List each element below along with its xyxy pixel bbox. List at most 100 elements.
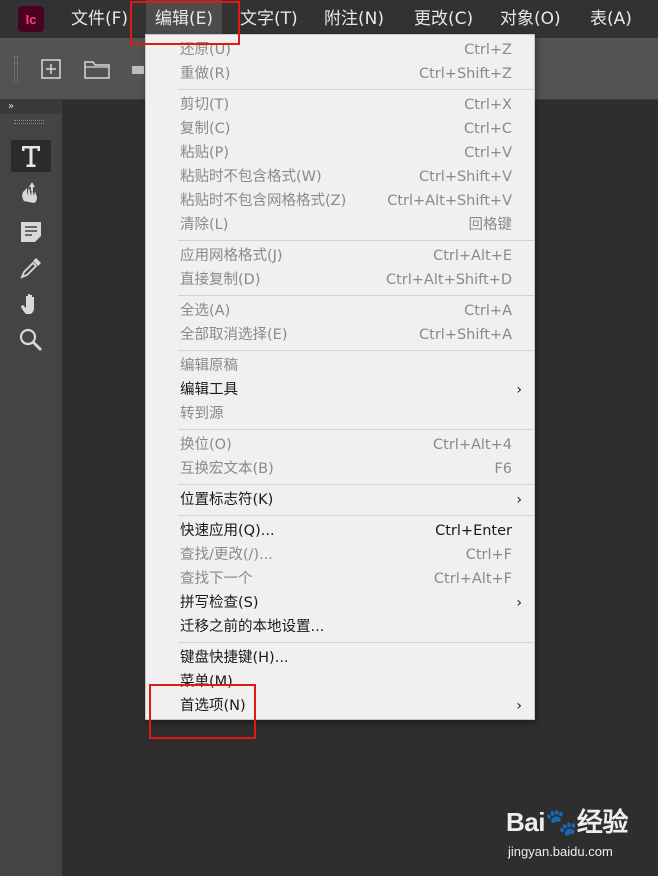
menu-item-label: 查找下一个 <box>180 571 253 587</box>
menu-item-shortcut: Ctrl+Alt+Shift+V <box>387 193 512 209</box>
menu-item[interactable]: 粘贴时不包含格式(W) Ctrl+Shift+V <box>146 165 534 189</box>
menu-item-shortcut: F6 <box>494 461 512 477</box>
menu-item[interactable]: 键盘快捷键(H)... <box>146 646 534 670</box>
menu-item[interactable]: 粘贴时不包含网格格式(Z) Ctrl+Alt+Shift+V <box>146 189 534 213</box>
submenu-chevron-icon: › <box>516 492 522 508</box>
menu-item-label: 互换宏文本(B) <box>180 461 274 477</box>
menu-item-label: 键盘快捷键(H)... <box>180 650 289 666</box>
menu-item-label: 快速应用(Q)... <box>180 523 275 539</box>
menu-item[interactable]: 迁移之前的本地设置... <box>146 615 534 639</box>
menu-separator <box>178 350 534 351</box>
toolbar-grip[interactable] <box>14 56 18 82</box>
menu-notes[interactable]: 附注(N) <box>324 0 384 38</box>
edit-menu-highlight-box <box>130 1 240 45</box>
menu-item-shortcut: Ctrl+Shift+Z <box>419 66 512 82</box>
menu-separator <box>178 295 534 296</box>
submenu-chevron-icon: › <box>516 382 522 398</box>
tools-panel: » <box>0 100 62 876</box>
menu-item-label: 粘贴时不包含格式(W) <box>180 169 322 185</box>
note-tool-icon[interactable] <box>11 216 51 248</box>
type-tool-icon[interactable] <box>11 140 51 172</box>
menu-item-label: 粘贴(P) <box>180 145 230 161</box>
submenu-chevron-icon: › <box>516 698 522 714</box>
menu-item[interactable]: 编辑原稿 <box>146 354 534 378</box>
menu-item[interactable]: 拼写检查(S) › <box>146 591 534 615</box>
menu-item-shortcut: Ctrl+Alt+F <box>433 571 512 587</box>
menu-item[interactable]: 换位(O) Ctrl+Alt+4 <box>146 433 534 457</box>
menu-item-label: 全部取消选择(E) <box>180 327 288 343</box>
menu-item[interactable]: 直接复制(D) Ctrl+Alt+Shift+D <box>146 268 534 292</box>
menu-separator <box>178 429 534 430</box>
menu-item[interactable]: 查找下一个 Ctrl+Alt+F <box>146 567 534 591</box>
preferences-highlight-box <box>149 684 256 739</box>
menu-table[interactable]: 表(A) <box>590 0 632 38</box>
new-frame-icon[interactable] <box>40 58 62 80</box>
menu-item-label: 粘贴时不包含网格格式(Z) <box>180 193 347 209</box>
menu-file[interactable]: 文件(F) <box>71 0 128 38</box>
watermark-url: jingyan.baidu.com <box>508 844 613 859</box>
menu-item[interactable]: 剪切(T) Ctrl+X <box>146 93 534 117</box>
menu-object[interactable]: 对象(O) <box>500 0 561 38</box>
menu-item[interactable]: 转到源 <box>146 402 534 426</box>
menu-item-shortcut: Ctrl+Alt+Shift+D <box>385 272 512 288</box>
menu-item-shortcut: Ctrl+V <box>464 145 512 161</box>
app-logo: Ic <box>18 6 44 32</box>
place-icon[interactable] <box>130 58 144 80</box>
menu-item-shortcut: 回格键 <box>468 217 513 233</box>
position-tool-icon[interactable] <box>11 176 51 208</box>
menu-item-label: 全选(A) <box>180 303 231 319</box>
watermark-logo: Bai🐾经验 <box>506 807 628 837</box>
menu-type[interactable]: 文字(T) <box>240 0 298 38</box>
menu-item-label: 重做(R) <box>180 66 231 82</box>
menu-item-label: 清除(L) <box>180 217 229 233</box>
menu-separator <box>178 89 534 90</box>
menu-item-label: 应用网格格式(J) <box>180 248 283 264</box>
edit-menu-dropdown: 还原(U) Ctrl+Z 重做(R) Ctrl+Shift+Z 剪切(T) Ctrl+X 复… <box>145 34 535 720</box>
menu-item-shortcut: Ctrl+Shift+A <box>419 327 512 343</box>
menu-item-shortcut: Ctrl+Alt+4 <box>433 437 512 453</box>
menu-item-shortcut: Ctrl+Enter <box>435 523 512 539</box>
menu-item-label: 拼写检查(S) <box>180 595 259 611</box>
menu-item[interactable]: 重做(R) Ctrl+Shift+Z <box>146 62 534 86</box>
zoom-tool-icon[interactable] <box>11 324 51 356</box>
baidu-jingyan-watermark: Bai🐾经验 jingyan.baidu.com <box>500 800 650 864</box>
menu-separator <box>178 515 534 516</box>
menu-item[interactable]: 查找/更改(/)... Ctrl+F <box>146 543 534 567</box>
submenu-chevron-icon: › <box>516 595 522 611</box>
tools-collapse-button[interactable]: » <box>0 100 62 114</box>
menu-item-shortcut: Ctrl+C <box>463 121 512 137</box>
tools-grip[interactable] <box>14 120 44 124</box>
menu-item-label: 编辑工具 <box>180 382 238 398</box>
menu-item-shortcut: Ctrl+X <box>464 97 512 113</box>
menu-item-label: 编辑原稿 <box>180 358 238 374</box>
menu-item[interactable]: 全选(A) Ctrl+A <box>146 299 534 323</box>
open-folder-icon[interactable] <box>84 58 110 80</box>
menu-item-label: 直接复制(D) <box>180 272 261 288</box>
menu-item[interactable]: 复制(C) Ctrl+C <box>146 117 534 141</box>
menu-item-label: 剪切(T) <box>180 97 230 113</box>
menu-item-label: 转到源 <box>180 406 224 422</box>
eyedropper-tool-icon[interactable] <box>11 252 51 284</box>
menu-item-shortcut: Ctrl+Z <box>464 42 512 58</box>
menu-item[interactable]: 粘贴(P) Ctrl+V <box>146 141 534 165</box>
menu-item[interactable]: 全部取消选择(E) Ctrl+Shift+A <box>146 323 534 347</box>
menu-changes[interactable]: 更改(C) <box>414 0 473 38</box>
menu-item[interactable]: 应用网格格式(J) Ctrl+Alt+E <box>146 244 534 268</box>
menu-item-shortcut: Ctrl+Shift+V <box>419 169 512 185</box>
menu-item[interactable]: 编辑工具 › <box>146 378 534 402</box>
menu-item[interactable]: 清除(L) 回格键 <box>146 213 534 237</box>
menu-item-label: 位置标志符(K) <box>180 492 274 508</box>
menu-separator <box>178 642 534 643</box>
hand-tool-icon[interactable] <box>11 288 51 320</box>
menu-item-label: 查找/更改(/)... <box>180 547 273 563</box>
menu-item-shortcut: Ctrl+Alt+E <box>433 248 512 264</box>
menu-bar: Ic 文件(F) 编辑(E) 文字(T) 附注(N) 更改(C) 对象(O) 表… <box>0 0 658 38</box>
menu-item-shortcut: Ctrl+A <box>464 303 512 319</box>
menu-item-label: 迁移之前的本地设置... <box>180 619 325 635</box>
menu-item[interactable]: 位置标志符(K) › <box>146 488 534 512</box>
menu-separator <box>178 240 534 241</box>
menu-item[interactable]: 快速应用(Q)... Ctrl+Enter <box>146 519 534 543</box>
menu-item[interactable]: 互换宏文本(B) F6 <box>146 457 534 481</box>
menu-item-label: 换位(O) <box>180 437 232 453</box>
menu-item-shortcut: Ctrl+F <box>465 547 512 563</box>
